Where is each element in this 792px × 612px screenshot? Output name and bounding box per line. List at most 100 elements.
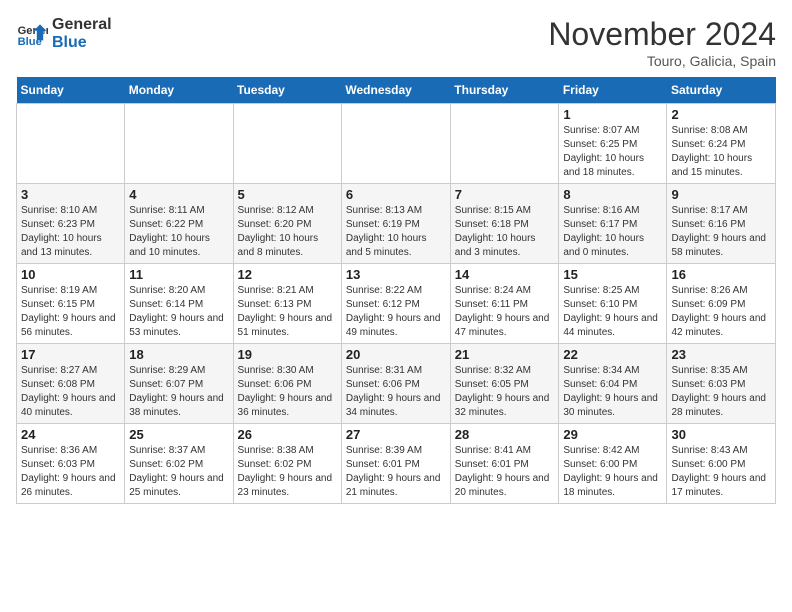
day-info: Sunrise: 8:39 AM Sunset: 6:01 PM Dayligh… [346, 444, 446, 500]
day-header-monday: Monday [125, 77, 233, 104]
page-header: General Blue General Blue November 2024 … [16, 16, 776, 69]
day-number: 30 [671, 427, 771, 442]
day-info: Sunrise: 8:29 AM Sunset: 6:07 PM Dayligh… [129, 364, 228, 420]
day-number: 17 [21, 347, 120, 362]
day-number: 20 [346, 347, 446, 362]
day-number: 28 [455, 427, 555, 442]
day-info: Sunrise: 8:10 AM Sunset: 6:23 PM Dayligh… [21, 204, 120, 260]
day-number: 21 [455, 347, 555, 362]
day-number: 10 [21, 267, 120, 282]
calendar-cell: 13 Sunrise: 8:22 AM Sunset: 6:12 PM Dayli… [341, 264, 450, 344]
day-number: 6 [346, 187, 446, 202]
day-number: 13 [346, 267, 446, 282]
day-number: 7 [455, 187, 555, 202]
day-info: Sunrise: 8:32 AM Sunset: 6:05 PM Dayligh… [455, 364, 555, 420]
day-info: Sunrise: 8:15 AM Sunset: 6:18 PM Dayligh… [455, 204, 555, 260]
day-header-saturday: Saturday [667, 77, 776, 104]
calendar-cell: 4 Sunrise: 8:11 AM Sunset: 6:22 PM Daylig… [125, 184, 233, 264]
day-header-wednesday: Wednesday [341, 77, 450, 104]
header-row: SundayMondayTuesdayWednesdayThursdayFrid… [17, 77, 776, 104]
day-number: 27 [346, 427, 446, 442]
day-info: Sunrise: 8:19 AM Sunset: 6:15 PM Dayligh… [21, 284, 120, 340]
calendar-cell [233, 104, 341, 184]
day-info: Sunrise: 8:37 AM Sunset: 6:02 PM Dayligh… [129, 444, 228, 500]
calendar-cell: 3 Sunrise: 8:10 AM Sunset: 6:23 PM Daylig… [17, 184, 125, 264]
logo-text: General Blue [52, 16, 112, 52]
day-number: 5 [238, 187, 337, 202]
day-info: Sunrise: 8:41 AM Sunset: 6:01 PM Dayligh… [455, 444, 555, 500]
calendar-cell: 6 Sunrise: 8:13 AM Sunset: 6:19 PM Daylig… [341, 184, 450, 264]
day-number: 29 [563, 427, 662, 442]
day-number: 4 [129, 187, 228, 202]
calendar-cell [341, 104, 450, 184]
day-info: Sunrise: 8:11 AM Sunset: 6:22 PM Dayligh… [129, 204, 228, 260]
calendar-cell: 22 Sunrise: 8:34 AM Sunset: 6:04 PM Dayli… [559, 344, 667, 424]
week-row-1: 1 Sunrise: 8:07 AM Sunset: 6:25 PM Daylig… [17, 104, 776, 184]
calendar-cell: 23Sunrise: 8:35 AM Sunset: 6:03 PM Dayli… [667, 344, 776, 424]
calendar-cell [17, 104, 125, 184]
day-number: 1 [563, 107, 662, 122]
calendar-cell: 20 Sunrise: 8:31 AM Sunset: 6:06 PM Dayli… [341, 344, 450, 424]
week-row-5: 24 Sunrise: 8:36 AM Sunset: 6:03 PM Dayli… [17, 424, 776, 504]
calendar-cell: 28 Sunrise: 8:41 AM Sunset: 6:01 PM Dayli… [450, 424, 559, 504]
day-number: 11 [129, 267, 228, 282]
day-info: Sunrise: 8:08 AM Sunset: 6:24 PM Dayligh… [671, 124, 771, 180]
day-header-tuesday: Tuesday [233, 77, 341, 104]
calendar-cell: 15 Sunrise: 8:25 AM Sunset: 6:10 PM Dayli… [559, 264, 667, 344]
day-info: Sunrise: 8:30 AM Sunset: 6:06 PM Dayligh… [238, 364, 337, 420]
day-info: Sunrise: 8:43 AM Sunset: 6:00 PM Dayligh… [671, 444, 771, 500]
week-row-3: 10 Sunrise: 8:19 AM Sunset: 6:15 PM Dayli… [17, 264, 776, 344]
day-info: Sunrise: 8:42 AM Sunset: 6:00 PM Dayligh… [563, 444, 662, 500]
svg-text:General: General [18, 25, 48, 37]
day-info: Sunrise: 8:36 AM Sunset: 6:03 PM Dayligh… [21, 444, 120, 500]
calendar-cell: 10 Sunrise: 8:19 AM Sunset: 6:15 PM Dayli… [17, 264, 125, 344]
calendar-cell: 24 Sunrise: 8:36 AM Sunset: 6:03 PM Dayli… [17, 424, 125, 504]
day-number: 25 [129, 427, 228, 442]
day-number: 22 [563, 347, 662, 362]
calendar-cell [450, 104, 559, 184]
day-info: Sunrise: 8:16 AM Sunset: 6:17 PM Dayligh… [563, 204, 662, 260]
day-number: 3 [21, 187, 120, 202]
calendar-cell: 14 Sunrise: 8:24 AM Sunset: 6:11 PM Dayli… [450, 264, 559, 344]
day-number: 12 [238, 267, 337, 282]
day-info: Sunrise: 8:26 AM Sunset: 6:09 PM Dayligh… [671, 284, 771, 340]
calendar-cell: 25 Sunrise: 8:37 AM Sunset: 6:02 PM Dayli… [125, 424, 233, 504]
day-info: Sunrise: 8:34 AM Sunset: 6:04 PM Dayligh… [563, 364, 662, 420]
day-info: Sunrise: 8:17 AM Sunset: 6:16 PM Dayligh… [671, 204, 771, 260]
calendar-cell: 1 Sunrise: 8:07 AM Sunset: 6:25 PM Daylig… [559, 104, 667, 184]
day-info: Sunrise: 8:25 AM Sunset: 6:10 PM Dayligh… [563, 284, 662, 340]
calendar-cell [125, 104, 233, 184]
logo: General Blue General Blue [16, 16, 112, 52]
day-number: 16 [671, 267, 771, 282]
day-number: 18 [129, 347, 228, 362]
day-info: Sunrise: 8:27 AM Sunset: 6:08 PM Dayligh… [21, 364, 120, 420]
day-info: Sunrise: 8:12 AM Sunset: 6:20 PM Dayligh… [238, 204, 337, 260]
calendar-cell: 2Sunrise: 8:08 AM Sunset: 6:24 PM Daylig… [667, 104, 776, 184]
day-info: Sunrise: 8:13 AM Sunset: 6:19 PM Dayligh… [346, 204, 446, 260]
calendar-cell: 16 Sunrise: 8:26 AM Sunset: 6:09 PM Dayli… [667, 264, 776, 344]
calendar-cell: 19Sunrise: 8:30 AM Sunset: 6:06 PM Dayli… [233, 344, 341, 424]
day-header-sunday: Sunday [17, 77, 125, 104]
calendar-cell: 9Sunrise: 8:17 AM Sunset: 6:16 PM Daylig… [667, 184, 776, 264]
day-number: 15 [563, 267, 662, 282]
day-number: 24 [21, 427, 120, 442]
day-info: Sunrise: 8:24 AM Sunset: 6:11 PM Dayligh… [455, 284, 555, 340]
calendar-cell: 21 Sunrise: 8:32 AM Sunset: 6:05 PM Dayli… [450, 344, 559, 424]
calendar-table: SundayMondayTuesdayWednesdayThursdayFrid… [16, 77, 776, 504]
title-block: November 2024 Touro, Galicia, Spain [548, 16, 776, 69]
day-info: Sunrise: 8:22 AM Sunset: 6:12 PM Dayligh… [346, 284, 446, 340]
location-subtitle: Touro, Galicia, Spain [548, 53, 776, 69]
calendar-cell: 11 Sunrise: 8:20 AM Sunset: 6:14 PM Dayli… [125, 264, 233, 344]
day-number: 14 [455, 267, 555, 282]
day-info: Sunrise: 8:07 AM Sunset: 6:25 PM Dayligh… [563, 124, 662, 180]
calendar-cell: 27 Sunrise: 8:39 AM Sunset: 6:01 PM Dayli… [341, 424, 450, 504]
day-info: Sunrise: 8:20 AM Sunset: 6:14 PM Dayligh… [129, 284, 228, 340]
month-title: November 2024 [548, 16, 776, 53]
week-row-4: 17 Sunrise: 8:27 AM Sunset: 6:08 PM Dayli… [17, 344, 776, 424]
day-number: 26 [238, 427, 337, 442]
day-info: Sunrise: 8:31 AM Sunset: 6:06 PM Dayligh… [346, 364, 446, 420]
logo-icon: General Blue [16, 18, 48, 50]
calendar-cell: 12Sunrise: 8:21 AM Sunset: 6:13 PM Dayli… [233, 264, 341, 344]
calendar-cell: 7 Sunrise: 8:15 AM Sunset: 6:18 PM Daylig… [450, 184, 559, 264]
week-row-2: 3 Sunrise: 8:10 AM Sunset: 6:23 PM Daylig… [17, 184, 776, 264]
